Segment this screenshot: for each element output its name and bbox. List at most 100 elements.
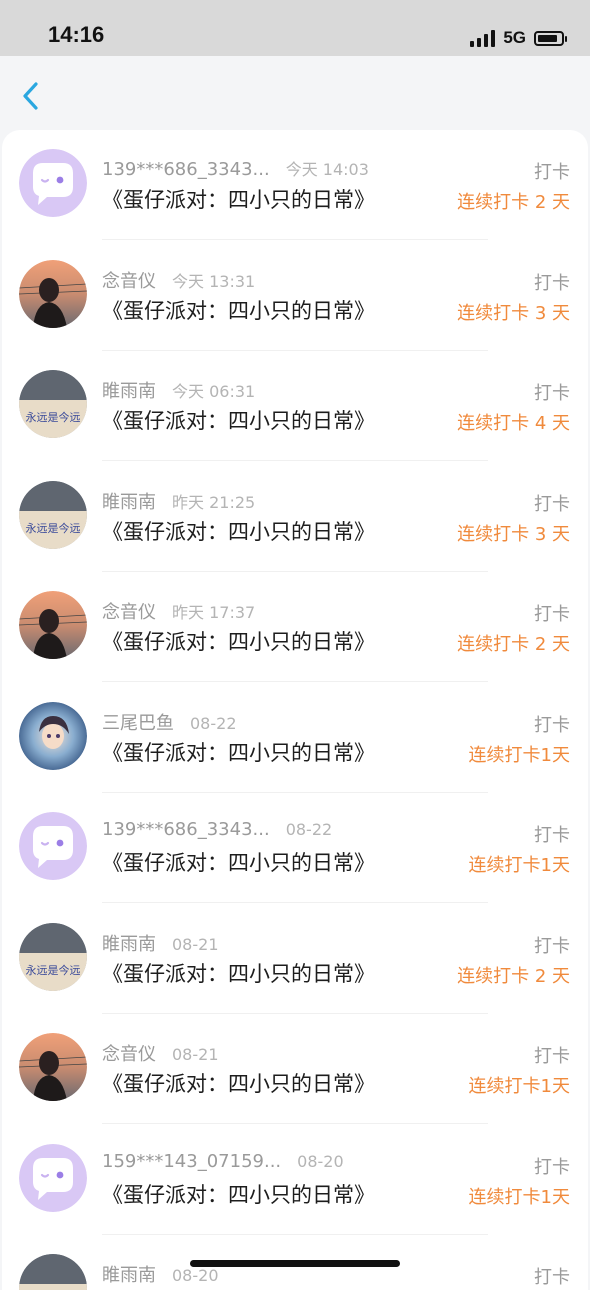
divider: [102, 460, 488, 461]
user-photo-avatar: [19, 1033, 87, 1101]
book-title[interactable]: 《蛋仔派对：四小只的日常》: [102, 184, 375, 214]
book-title[interactable]: 《蛋仔派对：四小只的日常》: [102, 847, 375, 877]
checkin-time: 08-22: [285, 820, 333, 839]
streak-label: 连续打卡 3 天: [457, 303, 570, 324]
status-bar: 14:16 5G: [0, 0, 590, 56]
username[interactable]: 念音仪: [102, 598, 156, 624]
checkin-list[interactable]: 139***686_3343... 今天 14:03 《蛋仔派对：四小只的日常》 打卡…: [2, 130, 588, 1290]
checkin-label: 打卡: [534, 494, 570, 515]
home-indicator: [190, 1260, 400, 1267]
checkin-time: 今天 13:31: [172, 272, 256, 291]
checkin-row[interactable]: 139***686_3343... 今天 14:03 《蛋仔派对：四小只的日常》 打卡…: [2, 130, 588, 240]
checkin-label: 打卡: [534, 604, 570, 625]
divider: [102, 681, 488, 682]
username[interactable]: 睢雨南: [102, 1261, 156, 1287]
streak-label: 连续打卡1天: [468, 855, 570, 876]
book-title[interactable]: 《蛋仔派对：四小只的日常》: [102, 1068, 375, 1098]
checkin-time: 昨天 21:25: [172, 493, 256, 512]
username[interactable]: 139***686_3343...: [102, 819, 270, 840]
checkin-row[interactable]: 永远是今远 睢雨南 今天 06:31 《蛋仔派对：四小只的日常》 打卡 连续打卡 4 天: [2, 351, 588, 461]
username[interactable]: 159***143_07159...: [102, 1151, 281, 1172]
status-icons: 5G: [470, 26, 567, 50]
user-photo-avatar: 永远是今远: [19, 1254, 87, 1290]
user-line: 三尾巴鱼 08-22: [102, 709, 237, 735]
book-title[interactable]: 《蛋仔派对：四小只的日常》: [102, 958, 375, 988]
checkin-label: 打卡: [534, 936, 570, 957]
back-button[interactable]: [16, 76, 50, 116]
book-title[interactable]: 《蛋仔派对：四小只的日常》: [102, 295, 375, 325]
avatar[interactable]: [19, 260, 87, 328]
checkin-time: 08-21: [172, 935, 219, 954]
streak-label: 连续打卡 2 天: [457, 634, 570, 655]
avatar[interactable]: 永远是今远: [19, 1254, 87, 1290]
username[interactable]: 念音仪: [102, 1040, 156, 1066]
avatar[interactable]: 永远是今远: [19, 923, 87, 991]
checkin-row[interactable]: 念音仪 昨天 17:37 《蛋仔派对：四小只的日常》 打卡 连续打卡 2 天: [2, 572, 588, 682]
book-title[interactable]: 《蛋仔派对：四小只的日常》: [102, 405, 375, 435]
avatar[interactable]: [19, 812, 87, 880]
book-title[interactable]: 《蛋仔派对：四小只的日常》: [102, 516, 375, 546]
book-title[interactable]: 《蛋仔派对：四小只的日常》: [102, 1179, 375, 1209]
checkin-time: 08-20: [297, 1152, 344, 1171]
streak-label: 连续打卡 2 天: [457, 966, 570, 987]
svg-text:永远是今远: 永远是今远: [26, 963, 81, 977]
default-avatar-icon: [19, 149, 87, 217]
checkin-time: 今天 14:03: [285, 160, 369, 179]
checkin-time: 今天 06:31: [172, 382, 256, 401]
username[interactable]: 睢雨南: [102, 377, 156, 403]
checkin-row[interactable]: 139***686_3343... 08-22 《蛋仔派对：四小只的日常》 打卡连续打…: [2, 793, 588, 903]
avatar[interactable]: [19, 149, 87, 217]
checkin-row[interactable]: 三尾巴鱼 08-22 《蛋仔派对：四小只的日常》 打卡 连续打卡1天: [2, 683, 588, 793]
status-time: 14:16: [48, 22, 105, 47]
user-line: 睢雨南 08-21: [102, 930, 219, 956]
battery-icon: [534, 30, 567, 46]
checkin-row[interactable]: 念音仪 08-21 《蛋仔派对：四小只的日常》 打卡 连续打卡1天: [2, 1014, 588, 1124]
username[interactable]: 三尾巴鱼: [102, 709, 174, 735]
user-photo-avatar: [19, 591, 87, 659]
avatar[interactable]: [19, 1033, 87, 1101]
checkin-row[interactable]: 永远是今远 睢雨南 08-21 《蛋仔派对：四小只的日常》 打卡连续打卡 2 天: [2, 904, 588, 1014]
checkin-time: 08-21: [172, 1045, 219, 1064]
checkin-row[interactable]: 念音仪 今天 13:31 《蛋仔派对：四小只的日常》 打卡 连续打卡 3 天: [2, 241, 588, 351]
book-title[interactable]: 《蛋仔派对：四小只的日常》: [102, 737, 375, 767]
divider: [102, 1123, 488, 1124]
user-line: 念音仪 今天 13:31: [102, 267, 255, 293]
checkin-time: 08-22: [190, 714, 237, 733]
user-photo-avatar: [19, 702, 87, 770]
chevron-left-icon: [23, 82, 38, 110]
book-title[interactable]: 《蛋仔派对：四小只的日常》: [102, 626, 375, 656]
username[interactable]: 139***686_3343...: [102, 159, 270, 180]
user-line: 139***686_3343... 今天 14:03: [102, 156, 369, 180]
checkin-time: 昨天 17:37: [172, 603, 256, 622]
checkin-label: 打卡: [534, 825, 570, 846]
checkin-label: 打卡: [534, 715, 570, 736]
avatar[interactable]: [19, 591, 87, 659]
user-line: 睢雨南 昨天 21:25: [102, 488, 255, 514]
avatar[interactable]: 永远是今远: [19, 370, 87, 438]
user-line: 念音仪 08-21: [102, 1040, 219, 1066]
svg-text:永远是今远: 永远是今远: [26, 521, 81, 535]
user-photo-avatar: [19, 260, 87, 328]
nav-bar: [0, 56, 590, 130]
user-line: 念音仪 昨天 17:37: [102, 598, 255, 624]
avatar[interactable]: [19, 702, 87, 770]
avatar[interactable]: [19, 1144, 87, 1212]
checkin-label: 打卡: [534, 383, 570, 404]
checkin-label: 打卡: [534, 1157, 570, 1178]
streak-label: 连续打卡1天: [468, 1187, 570, 1208]
battery-level: [538, 34, 557, 42]
avatar[interactable]: 永远是今远: [19, 481, 87, 549]
checkin-time: 08-20: [172, 1266, 219, 1285]
user-photo-avatar: 永远是今远: [19, 481, 87, 549]
checkin-row[interactable]: 159***143_07159... 08-20 《蛋仔派对：四小只的日常》 打卡连续…: [2, 1125, 588, 1235]
divider: [102, 902, 488, 903]
user-line: 159***143_07159... 08-20: [102, 1151, 344, 1172]
user-photo-avatar: 永远是今远: [19, 370, 87, 438]
username[interactable]: 睢雨南: [102, 930, 156, 956]
username[interactable]: 睢雨南: [102, 488, 156, 514]
checkin-label: 打卡: [534, 1046, 570, 1067]
user-line: 139***686_3343... 08-22: [102, 819, 332, 840]
checkin-row[interactable]: 永远是今远 睢雨南 昨天 21:25 《蛋仔派对：四小只的日常》 打卡 连续打卡 3 天: [2, 462, 588, 572]
username[interactable]: 念音仪: [102, 267, 156, 293]
svg-text:永远是今远: 永远是今远: [26, 410, 81, 424]
